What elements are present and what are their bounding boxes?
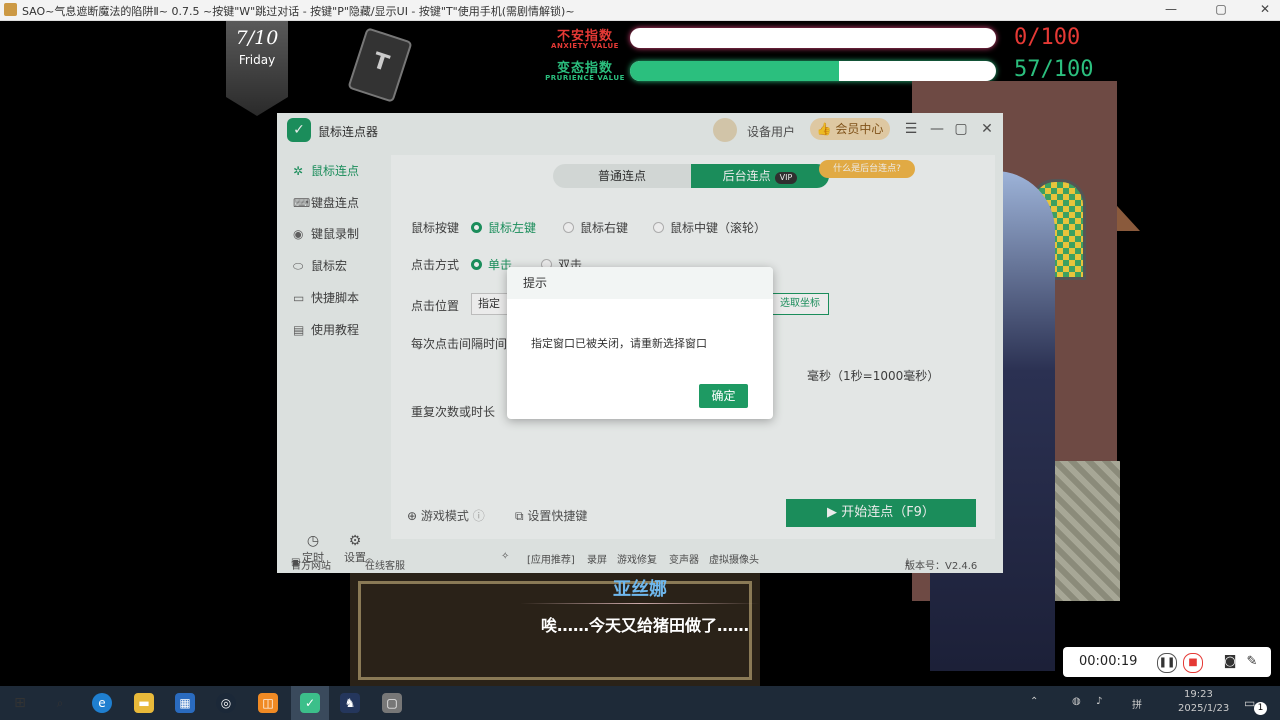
ime-indicator[interactable]: 拼	[1132, 696, 1142, 711]
prurience-meter-fill	[630, 61, 839, 81]
calendar-date: 7/10	[235, 27, 279, 49]
taskbar: ⊞ ⌕ e ▬ ▦ ◎ ◫ ✓ ♞ ▢ ⌃ ◍ ♪ 拼 19:23 2025/1…	[0, 686, 1280, 720]
minimize-button[interactable]: —	[1156, 2, 1186, 18]
dialog-speaker: 亚丝娜	[613, 579, 667, 600]
search-icon[interactable]: ⌕	[50, 693, 70, 713]
close-button[interactable]: ✕	[1250, 2, 1280, 18]
screen-recorder-widget: 00:00:19 ❚❚ ■ ◙ ✎	[1063, 647, 1271, 677]
camera-icon[interactable]: ◙	[1221, 653, 1239, 671]
phone-icon[interactable]: T	[347, 27, 413, 103]
clock-time[interactable]: 19:23	[1184, 689, 1213, 700]
folder-icon[interactable]: ▬	[134, 693, 154, 713]
recording-timer: 00:00:19	[1079, 654, 1138, 669]
anxiety-meter	[630, 28, 996, 48]
dialog-text: 唉……今天又给猪田做了……	[540, 616, 749, 635]
chevron-up-icon[interactable]: ⌃	[1030, 696, 1038, 707]
calendar-badge: 7/10 Friday	[226, 21, 288, 116]
maximize-button[interactable]: ▢	[1206, 2, 1236, 18]
anxiety-label-en: ANXIETY VALUE	[551, 42, 619, 50]
calendar-day: Friday	[238, 53, 276, 67]
game-taskbar-icon[interactable]: ◫	[258, 693, 278, 713]
steam-icon[interactable]: ◎	[216, 693, 236, 713]
phone-letter: T	[369, 48, 392, 77]
pause-icon[interactable]: ❚❚	[1157, 653, 1177, 673]
window-title: SAO~气息遮断魔法的陷阱Ⅱ~ 0.7.5 ~按键"W"跳过对话 - 按键"P"…	[22, 5, 575, 18]
system-tray: ⌃ ◍ ♪ 拼 19:23 2025/1/23 ▭ 1	[1026, 686, 1280, 720]
dialog-message: 指定窗口已被关闭，请重新选择窗口	[531, 337, 707, 350]
prurience-meter	[630, 61, 996, 81]
prurience-label-en: PRURIENCE VALUE	[545, 74, 625, 82]
prurience-value: 57/100	[1014, 57, 1094, 82]
stop-icon[interactable]: ■	[1183, 653, 1203, 673]
pen-icon[interactable]: ✎	[1243, 653, 1261, 671]
notification-count: 1	[1254, 702, 1267, 715]
network-icon[interactable]: ◍	[1072, 696, 1081, 707]
dialog-title: 提示	[507, 267, 773, 299]
game-app-icon	[4, 3, 17, 16]
dialog-divider	[520, 603, 760, 604]
alert-dialog: 提示 指定窗口已被关闭，请重新选择窗口 确定	[507, 267, 773, 419]
anxiety-label: 不安指数 ANXIETY VALUE	[544, 25, 626, 50]
ok-button[interactable]: 确定	[699, 384, 748, 408]
clock-date[interactable]: 2025/1/23	[1178, 703, 1229, 714]
prurience-label: 变态指数 PRURIENCE VALUE	[544, 57, 626, 82]
clicker-taskbar-icon[interactable]: ✓	[300, 693, 320, 713]
window-titlebar: SAO~气息遮断魔法的陷阱Ⅱ~ 0.7.5 ~按键"W"跳过对话 - 按键"P"…	[0, 0, 1280, 21]
anxiety-value: 0/100	[1014, 25, 1081, 50]
volume-icon[interactable]: ♪	[1096, 696, 1102, 707]
window-taskbar-icon[interactable]: ▢	[382, 693, 402, 713]
scene-floor-right	[1055, 461, 1120, 601]
edge-icon[interactable]: e	[92, 693, 112, 713]
store-icon[interactable]: ▦	[175, 693, 195, 713]
rpg-taskbar-icon[interactable]: ♞	[340, 693, 360, 713]
start-icon[interactable]: ⊞	[10, 693, 30, 713]
